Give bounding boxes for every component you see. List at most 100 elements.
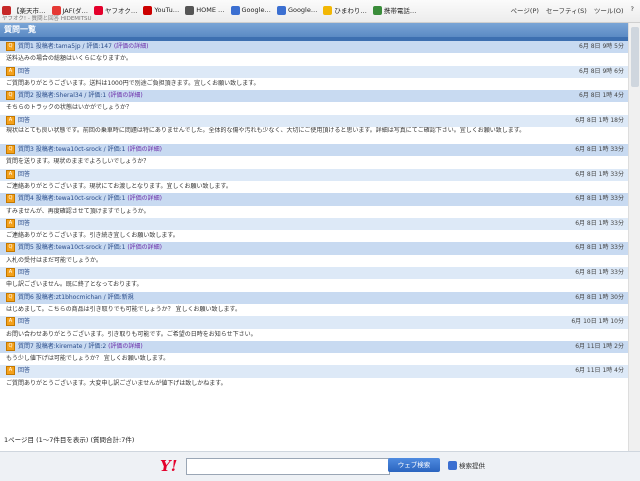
question-header-row: Q 質問1 投稿者:tama5jp / 評価:147 (評価の詳細) 6月 8日 9… <box>0 41 628 54</box>
command-bar: ページ(P) セーフティ(S) ツール(O)? <box>511 5 634 15</box>
message-body-row: ご質問ありがとうございます。大変申し訳ございませんが値下げは致しかねます。 <box>0 377 628 391</box>
row-heading: 質問6 投稿者:zt1bhocmichan / 評価:新規 <box>18 293 134 301</box>
web-search-button[interactable]: ウェブ検索 <box>388 458 440 472</box>
rating-detail-link[interactable]: (評価の詳細) <box>127 244 162 251</box>
row-heading: 回答 <box>18 170 31 178</box>
post-date: 6月 8日 1時 33分 <box>575 219 624 227</box>
question-icon: Q <box>6 145 15 155</box>
search-provider-link[interactable]: 検索提供 <box>448 460 485 470</box>
message-body-row: 現状はとても良い状態です。前回の乗車時に問題は特にありませんでした。全体的な傷や… <box>0 127 628 145</box>
answer-icon: A <box>6 317 15 327</box>
command-item[interactable]: ? <box>631 5 634 15</box>
question-icon: Q <box>6 194 15 204</box>
answer-icon: A <box>6 218 15 228</box>
command-item[interactable]: ツール(O) <box>594 5 624 15</box>
row-heading: 回答 <box>18 269 31 277</box>
question-header-row: Q 質問7 投稿者:kiremate / 評価:2 (評価の詳細) 6月 11日 1… <box>0 340 628 354</box>
question-icon: Q <box>6 292 15 302</box>
message-body-row: 申し訳ございません。既に終了となっております。 <box>0 279 628 292</box>
message-body-row: お問い合わせありがとうございます。引き取りも可能です。ご希望の日時をお知らせ下さ… <box>0 328 628 341</box>
message-body-row: ご質問ありがとうございます。送料は1000円で別途ご負担頂きます。宜しくお願い致… <box>0 77 628 91</box>
answer-header-row: A 回答 6月 11日 1時 4分 <box>0 365 628 378</box>
row-heading: 回答 <box>18 367 31 375</box>
command-item[interactable]: ページ(P) <box>511 5 539 15</box>
post-date: 6月 8日 1時 33分 <box>575 195 624 203</box>
bookmark-favicon-icon <box>230 5 240 15</box>
message-text: はじめまして。こちらの商品は引き取りでも可能でしょうか？ 宜しくお願い致します。 <box>6 305 241 313</box>
bookmark-label: ひまわり… <box>334 7 367 15</box>
question-header-row: Q 質問3 投稿者:tewa10ct-srock / 評価:1 (評価の詳細) 6月… <box>0 144 628 157</box>
question-icon: Q <box>6 243 15 253</box>
answer-icon: A <box>6 366 15 376</box>
post-date: 6月 8日 1時 33分 <box>575 244 624 252</box>
answer-icon: A <box>6 66 15 76</box>
provider-icon <box>448 460 457 470</box>
answer-header-row: A 回答 6月 8日 9時 6分 <box>0 65 628 78</box>
message-body-row: そちらのトラックの状態はいかがでしょうか？ <box>0 102 628 115</box>
rating-detail-link[interactable]: (評価の詳細) <box>108 92 143 99</box>
post-date: 6月 10日 1時 10分 <box>571 318 624 326</box>
answer-header-row: A 回答 6月 8日 1時 33分 <box>0 217 628 231</box>
post-date: 6月 8日 1時 4分 <box>579 92 624 100</box>
bookmark-label: YouTu… <box>154 6 180 14</box>
bookmark-item[interactable]: Google… <box>276 5 317 15</box>
bookmark-favicon-icon <box>185 5 195 15</box>
rating-detail-link[interactable]: (評価の詳細) <box>127 146 162 153</box>
bookmark-item[interactable]: YouTu… <box>143 5 179 15</box>
post-date: 6月 11日 1時 4分 <box>575 367 624 375</box>
rating-detail-link[interactable]: (評価の詳細) <box>127 195 162 202</box>
question-icon: Q <box>6 341 15 351</box>
message-text: もう少し値下げは可能でしょうか？ 宜しくお願い致します。 <box>6 355 170 363</box>
row-heading: 質問2 投稿者:Sheral34 / 評価:1 <box>18 92 109 100</box>
scrollbar-thumb[interactable] <box>631 27 639 87</box>
message-body-row: 質問を送ります。現状のままでよろしいでしょうか？ <box>0 156 628 169</box>
row-heading: 質問5 投稿者:tewa10ct-srock / 評価:1 <box>18 244 128 252</box>
message-text: ご質問ありがとうございます。大変申し訳ございませんが値下げは致しかねます。 <box>6 379 227 387</box>
question-icon: Q <box>6 91 15 101</box>
bookmark-label: ヤフオク… <box>105 7 138 15</box>
message-text: ご質問ありがとうございます。送料は1000円で別途ご負担頂きます。宜しくお願い致… <box>6 79 260 87</box>
row-heading: 回答 <box>18 219 31 227</box>
vertical-scrollbar[interactable] <box>628 23 640 451</box>
message-text: お問い合わせありがとうございます。引き取りも可能です。ご希望の日時をお知らせ下さ… <box>6 330 257 338</box>
post-date: 6月 11日 1時 2分 <box>575 342 624 350</box>
bookmark-item[interactable]: ひまわり… <box>323 5 367 15</box>
answer-header-row: A 回答 6月 8日 1時 33分 <box>0 168 628 181</box>
bookmark-item[interactable]: ヤフオク… <box>94 5 137 15</box>
rating-detail-link[interactable]: (評価の詳細) <box>114 43 149 50</box>
search-input[interactable] <box>186 458 390 475</box>
post-date: 6月 8日 1時 33分 <box>575 269 624 277</box>
message-text: 入札の受付はまだ可能でしょうか。 <box>6 256 102 264</box>
message-text: 送料込みの場合の総額はいくらになりますか。 <box>6 55 132 63</box>
row-heading: 回答 <box>18 116 31 124</box>
message-body-row: すみませんが、再度確認させて頂けますでしょうか。 <box>0 205 628 218</box>
bookmark-favicon-icon <box>143 5 153 15</box>
message-body-row: ご連絡ありがとうございます。現状にてお渡しとなります。宜しくお願い致します。 <box>0 180 628 194</box>
section-title: 質問一覧 <box>0 23 628 37</box>
answer-header-row: A 回答 6月 8日 1時 18分 <box>0 114 628 128</box>
row-heading: 質問7 投稿者:kiremate / 評価:2 <box>18 342 109 350</box>
rating-detail-link[interactable]: (評価の詳細) <box>108 343 143 350</box>
question-icon: Q <box>6 42 15 51</box>
command-item[interactable]: セーフティ(S) <box>546 5 587 15</box>
question-header-row: Q 質問2 投稿者:Sheral34 / 評価:1 (評価の詳細) 6月 8日 1時… <box>0 90 628 103</box>
message-text: すみませんが、再度確認させて頂けますでしょうか。 <box>6 207 150 215</box>
row-heading: 質問3 投稿者:tewa10ct-srock / 評価:1 <box>18 146 128 154</box>
answer-icon: A <box>6 115 15 125</box>
provider-label: 検索提供 <box>459 462 485 470</box>
post-date: 6月 8日 9時 6分 <box>579 67 624 75</box>
question-list: Q 質問1 投稿者:tama5jp / 評価:147 (評価の詳細) 6月 8日 9… <box>0 41 628 391</box>
message-text: そちらのトラックの状態はいかがでしょうか？ <box>6 104 133 112</box>
question-header-row: Q 質問4 投稿者:tewa10ct-srock / 評価:1 (評価の詳細) 6月… <box>0 193 628 206</box>
bookmark-item[interactable]: Google… <box>230 5 271 15</box>
bookmark-favicon-icon <box>323 5 333 15</box>
answer-icon: A <box>6 268 15 278</box>
yahoo-logo[interactable]: Y! <box>160 457 177 475</box>
message-body-row: もう少し値下げは可能でしょうか？ 宜しくお願い致します。 <box>0 353 628 366</box>
message-text: 質問を送ります。現状のままでよろしいでしょうか？ <box>6 158 150 166</box>
bookmark-item[interactable]: HOME … <box>185 5 225 15</box>
message-body-row: 送料込みの場合の総額はいくらになりますか。 <box>0 53 628 66</box>
search-toolbar: Y! ウェブ検索 検索提供 <box>0 451 640 481</box>
page-content: 質問一覧 Q 質問1 投稿者:tama5jp / 評価:147 (評価の詳細) 6月… <box>0 23 628 451</box>
bookmark-item[interactable]: 携帯電話… <box>372 5 416 15</box>
